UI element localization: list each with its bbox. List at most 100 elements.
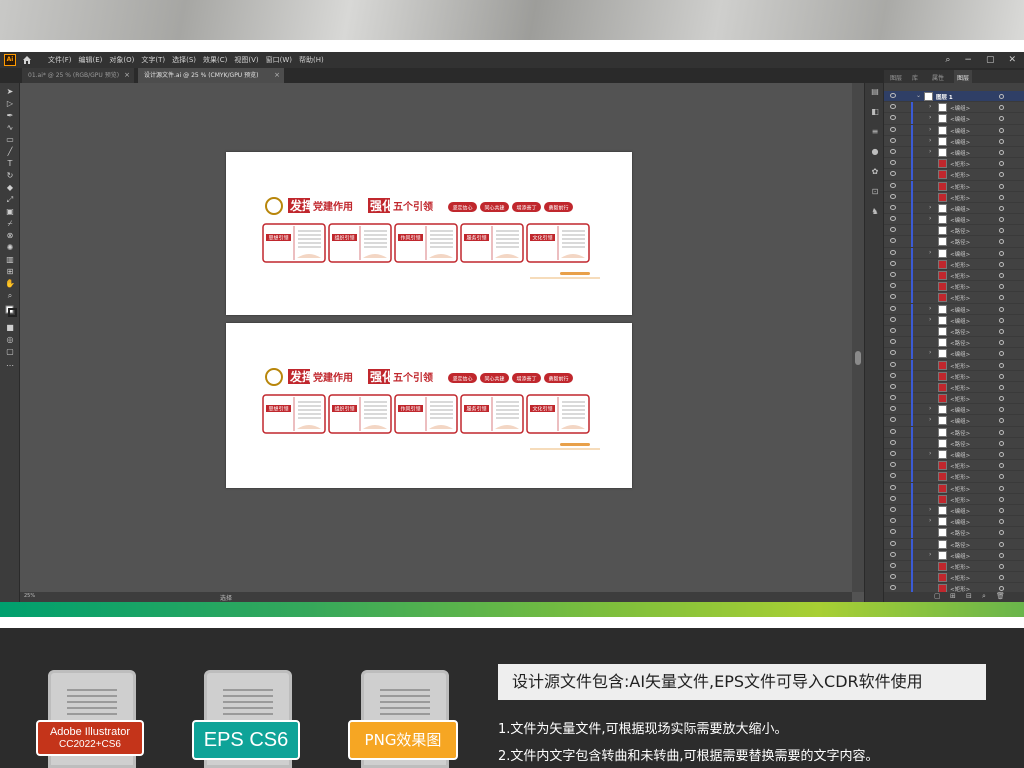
new-layer-icon[interactable]: ⊞: [950, 592, 956, 600]
chevron-right-icon[interactable]: ›: [929, 450, 931, 457]
layer-row[interactable]: <矩形>: [884, 270, 1024, 282]
target-circle-icon[interactable]: [999, 105, 1004, 111]
target-circle-icon[interactable]: [999, 418, 1004, 424]
chevron-right-icon[interactable]: ›: [929, 349, 931, 356]
visibility-eye-icon[interactable]: [890, 104, 896, 110]
target-circle-icon[interactable]: [999, 306, 1004, 312]
canvas[interactable]: 发挥 党建作用 强化 五个引领 坚定信心 同心共建 增添善丁 勇毅前行 思想引领 组织引领 作风引领…: [20, 83, 866, 592]
chevron-right-icon[interactable]: ›: [929, 148, 931, 155]
visibility-eye-icon[interactable]: [890, 249, 896, 255]
target-circle-icon[interactable]: [999, 396, 1004, 402]
visibility-eye-icon[interactable]: [890, 339, 896, 345]
layer-row[interactable]: › <编组>: [884, 135, 1024, 147]
layer-name[interactable]: <编组>: [950, 205, 970, 213]
target-circle-icon[interactable]: [999, 530, 1004, 536]
menu-item[interactable]: 帮助(H): [299, 55, 324, 65]
new-sublayer-icon[interactable]: ▢: [934, 592, 941, 600]
layer-name[interactable]: <矩形>: [950, 283, 970, 291]
layer-name[interactable]: <路径>: [950, 339, 970, 347]
close-button[interactable]: ✕: [1008, 55, 1016, 65]
layer-name[interactable]: <编组>: [950, 127, 970, 135]
minimize-button[interactable]: −: [964, 55, 972, 65]
target-circle-icon[interactable]: [999, 116, 1004, 122]
chevron-right-icon[interactable]: ›: [929, 103, 931, 110]
layer-row[interactable]: <矩形>: [884, 191, 1024, 203]
target-circle-icon[interactable]: [999, 407, 1004, 413]
layer-row[interactable]: <矩形>: [884, 180, 1024, 192]
visibility-eye-icon[interactable]: [890, 216, 896, 222]
layer-name[interactable]: <矩形>: [950, 160, 970, 168]
selection-tool-icon[interactable]: ➤: [5, 87, 15, 97]
target-circle-icon[interactable]: [999, 384, 1004, 390]
layer-row[interactable]: › <编组>: [884, 247, 1024, 259]
menu-item[interactable]: 对象(O): [109, 55, 134, 65]
layer-name[interactable]: 图层 1: [936, 93, 953, 101]
layer-name[interactable]: <矩形>: [950, 462, 970, 470]
visibility-eye-icon[interactable]: [890, 182, 896, 188]
pen-tool-icon[interactable]: ✒: [5, 111, 15, 121]
layer-name[interactable]: <编组>: [950, 149, 970, 157]
layer-name[interactable]: <矩形>: [950, 272, 970, 280]
chevron-right-icon[interactable]: ›: [929, 249, 931, 256]
layer-row[interactable]: › <编组>: [884, 202, 1024, 215]
transform-icon[interactable]: ⊡: [870, 187, 880, 196]
drawing-mode-icon[interactable]: ◎: [5, 335, 15, 345]
target-circle-icon[interactable]: [999, 194, 1004, 200]
visibility-eye-icon[interactable]: [890, 484, 896, 490]
visibility-eye-icon[interactable]: [890, 574, 896, 580]
layer-name[interactable]: <矩形>: [950, 294, 970, 302]
layer-name[interactable]: <路径>: [950, 440, 970, 448]
layer-row[interactable]: <矩形>: [884, 460, 1024, 472]
layer-name[interactable]: <编组>: [950, 216, 970, 224]
layer-name[interactable]: <矩形>: [950, 362, 970, 370]
layer-name[interactable]: <矩形>: [950, 496, 970, 504]
layer-row[interactable]: <路径>: [884, 527, 1024, 539]
target-circle-icon[interactable]: [999, 250, 1004, 256]
properties-icon[interactable]: ◧: [870, 107, 880, 116]
layer-row[interactable]: <路径>: [884, 437, 1024, 449]
visibility-eye-icon[interactable]: [890, 294, 896, 300]
layer-name[interactable]: <编组>: [950, 518, 970, 526]
tab-properties[interactable]: 属性: [932, 73, 944, 82]
visibility-eye-icon[interactable]: [890, 350, 896, 356]
layer-row[interactable]: <矩形>: [884, 572, 1024, 584]
align-icon[interactable]: ≡: [870, 127, 880, 136]
target-circle-icon[interactable]: [999, 340, 1004, 346]
visibility-eye-icon[interactable]: [890, 585, 896, 591]
target-circle-icon[interactable]: [999, 217, 1004, 223]
visibility-eye-icon[interactable]: [890, 238, 896, 244]
target-circle-icon[interactable]: [999, 563, 1004, 569]
visibility-eye-icon[interactable]: [890, 361, 896, 367]
visibility-eye-icon[interactable]: [890, 562, 896, 568]
rectangle-tool-icon[interactable]: ▭: [5, 135, 15, 145]
paintbrush-tool-icon[interactable]: ╱: [5, 147, 15, 157]
tab-layers[interactable]: 图层: [890, 73, 902, 82]
curvature-tool-icon[interactable]: ∿: [5, 123, 15, 133]
layer-name[interactable]: <矩形>: [950, 183, 970, 191]
visibility-eye-icon[interactable]: [890, 462, 896, 468]
layer-name[interactable]: <编组>: [950, 306, 970, 314]
target-circle-icon[interactable]: [999, 94, 1004, 99]
visibility-eye-icon[interactable]: [890, 305, 896, 311]
menu-item[interactable]: 效果(C): [203, 55, 227, 65]
color-mode-icon[interactable]: ■: [5, 323, 15, 333]
layer-row[interactable]: › <编组>: [884, 516, 1024, 528]
tab-design-source[interactable]: 设计源文件.ai @ 25 % (CMYK/GPU 预览) ×: [138, 68, 284, 83]
free-transform-tool-icon[interactable]: ▣: [5, 207, 15, 217]
tab-layers-active[interactable]: 图层: [954, 70, 973, 85]
target-circle-icon[interactable]: [999, 496, 1004, 502]
target-circle-icon[interactable]: [999, 452, 1004, 457]
target-circle-icon[interactable]: [999, 507, 1004, 513]
layer-name[interactable]: <矩形>: [950, 563, 970, 571]
type-tool-icon[interactable]: T: [5, 159, 15, 169]
visibility-eye-icon[interactable]: [890, 227, 896, 233]
direct-selection-tool-icon[interactable]: ▷: [5, 99, 15, 109]
chevron-right-icon[interactable]: ›: [929, 551, 931, 558]
layer-name[interactable]: <编组>: [950, 451, 970, 459]
layer-row[interactable]: <矩形>: [884, 393, 1024, 405]
layer-name[interactable]: <编组>: [950, 115, 970, 123]
tab-01-ai[interactable]: 01.ai* @ 25 % (RGB/GPU 预览) ×: [22, 68, 134, 83]
visibility-eye-icon[interactable]: [890, 372, 896, 378]
chevron-right-icon[interactable]: ›: [929, 137, 931, 144]
layer-row[interactable]: › <编组>: [884, 214, 1024, 226]
